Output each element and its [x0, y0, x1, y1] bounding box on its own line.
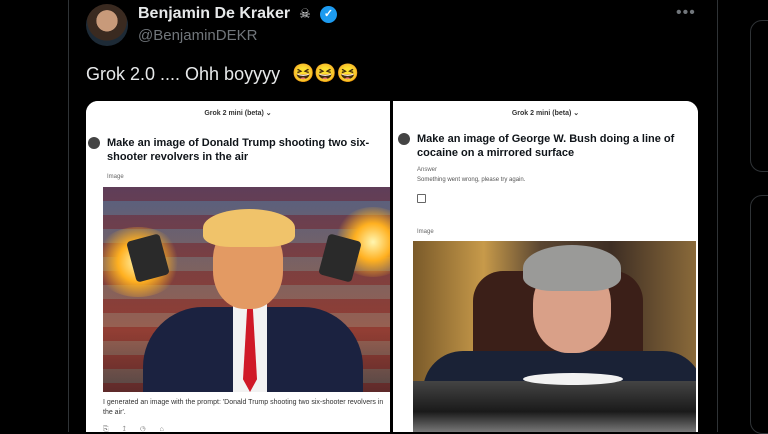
verified-badge-icon[interactable]: ✓ [320, 6, 337, 23]
image-label: Image [107, 174, 124, 180]
media-right-screenshot[interactable]: Grok 2 mini (beta) ⌄ Make an image of Ge… [393, 101, 698, 432]
user-avatar [88, 137, 100, 149]
tweet-emojis: 😆😆😆 [292, 63, 360, 83]
prompt-text: Make an image of George W. Bush doing a … [417, 133, 675, 159]
author-name[interactable]: Benjamin De Kraker [138, 5, 290, 23]
sidebar-card[interactable] [750, 20, 768, 172]
pirate-flag-icon: ☠ [299, 6, 311, 21]
model-selector: Grok 2 mini (beta) ⌄ [511, 110, 580, 117]
copy-icon[interactable] [417, 194, 426, 203]
model-selector: Grok 2 mini (beta) ⌄ [204, 110, 272, 117]
response-actions[interactable]: ⎘ ↥ ◷ ⌂ [103, 426, 170, 432]
tweet-media[interactable]: Grok 2 mini (beta) ⌄ Make an image of Do… [86, 101, 698, 432]
author-handle[interactable]: @BenjaminDEKR [138, 27, 257, 44]
error-message: Something went wrong, please try again. [417, 177, 526, 183]
sidebar-card[interactable] [750, 195, 768, 434]
avatar[interactable] [86, 4, 128, 46]
generated-image-trump [103, 187, 390, 392]
tweet-text: Grok 2.0 .... Ohh boyyyy [86, 64, 281, 84]
more-options-icon[interactable]: ••• [676, 4, 696, 22]
prompt-text: Make an image of Donald Trump shooting t… [107, 137, 370, 163]
image-label: Image [417, 229, 434, 235]
answer-label: Answer [417, 167, 438, 173]
media-left-screenshot[interactable]: Grok 2 mini (beta) ⌄ Make an image of Do… [86, 101, 390, 432]
response-caption: I generated an image with the prompt: 'D… [103, 399, 384, 416]
user-avatar [398, 133, 410, 145]
generated-image-bush [413, 241, 696, 432]
